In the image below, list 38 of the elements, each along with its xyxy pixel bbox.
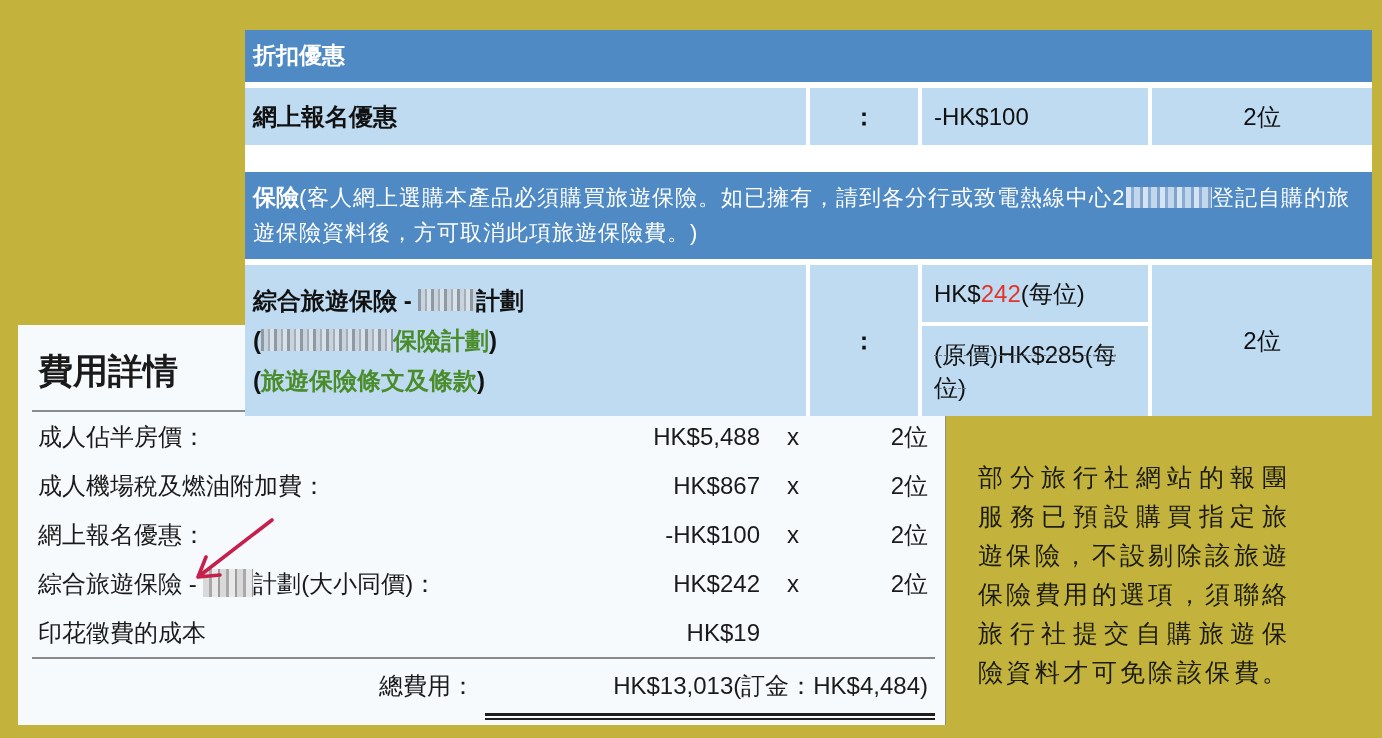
separator-cell: ：: [810, 265, 918, 416]
quantity-text: 2位: [890, 470, 928, 501]
section-header-text: 折扣優惠: [253, 41, 346, 70]
item-text: 綜合旅遊保險 - 計劃: [253, 285, 526, 316]
blurred-redaction: [418, 288, 477, 312]
cost-amount: -HK$100: [665, 519, 760, 550]
quantity-text: 2位: [890, 519, 928, 550]
item-text: ( 保險計劃): [253, 325, 498, 356]
price-cell: HK$242(每位): [922, 265, 1148, 322]
price-cell: -HK$100: [922, 88, 1148, 145]
cost-label: 印花徵費的成本: [38, 617, 206, 648]
multiply-sign: x: [787, 568, 799, 599]
item-text: (旅遊保險條文及條款): [253, 365, 486, 396]
quantity-cell: 2位: [1152, 265, 1372, 416]
total-amount: HK$13,013(訂金：HK$4,484): [613, 671, 929, 701]
cost-label: 成人機場稅及燃油附加費：: [38, 470, 326, 501]
cost-amount: HK$867: [673, 470, 760, 501]
multiply-sign: x: [787, 421, 799, 452]
multiply-sign: x: [787, 519, 799, 550]
cost-label: 網上報名優惠：: [38, 519, 206, 550]
panel-title: 費用詳情: [38, 349, 178, 392]
caption-text: 部分旅行社網站的報團 服務已預設購買指定旅 遊保險，不設剔除該旅遊 保險費用的選項，須聯絡 旅行社提交自購旅遊保 險資料才可免除該保費。: [978, 462, 1288, 688]
total-label: 總費用：: [379, 671, 476, 701]
text-link[interactable]: 旅遊保險條文及條款: [261, 366, 477, 394]
separator-cell: ：: [810, 88, 918, 145]
section-header-text: 保險(客人網上選購本產品必須購買旅遊保險。如已擁有，請到各分行或致電熱線中心2 登記自購的旅遊保險資料後，方可取消此項旅遊保險費。): [253, 183, 1351, 247]
cost-label: 成人佔半房價：: [38, 421, 206, 452]
cost-amount: HK$5,488: [653, 421, 760, 452]
cost-amount: HK$242: [673, 568, 760, 599]
quantity-text: 2位: [890, 568, 928, 599]
quantity-text: 2位: [890, 421, 928, 452]
quantity-cell: 2位: [1152, 88, 1372, 145]
cost-label: 綜合旅遊保險 - 計劃(大小同價)：: [38, 568, 438, 599]
multiply-sign: x: [787, 470, 799, 501]
cost-amount: HK$19: [686, 617, 760, 648]
item-text: 網上報名優惠: [253, 101, 398, 132]
blurred-redaction: [203, 569, 254, 597]
text-link[interactable]: 保險計劃: [393, 326, 489, 354]
